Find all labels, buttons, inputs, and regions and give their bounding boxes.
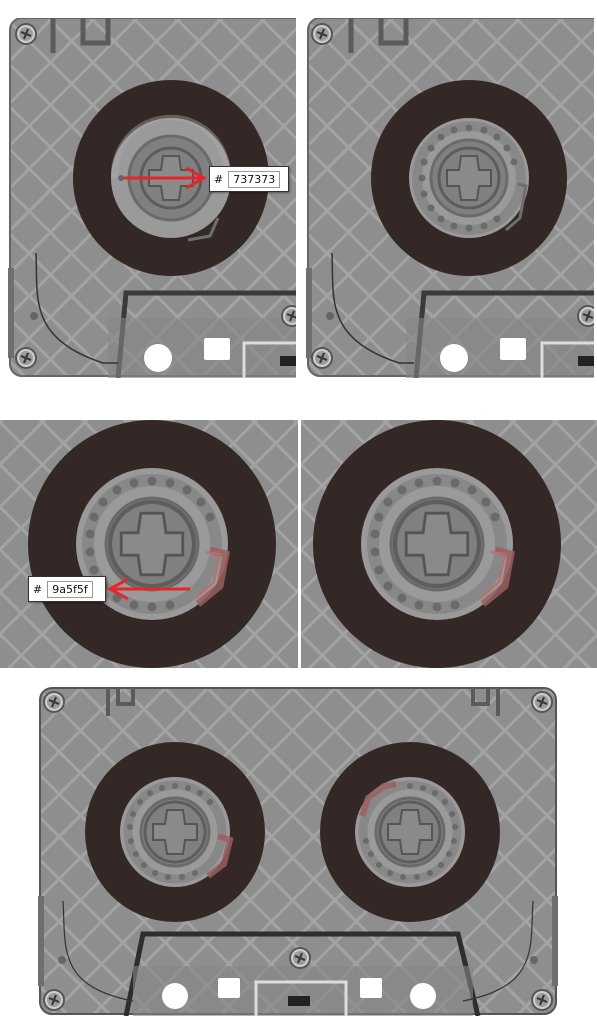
reel-closeup — [301, 420, 597, 668]
screw-icon — [13, 345, 39, 371]
step-4-panel — [301, 420, 597, 668]
screw-icon — [287, 945, 313, 971]
screw-icon — [309, 21, 335, 47]
hash-prefix: # — [33, 582, 43, 596]
screw-icon — [309, 345, 335, 371]
color-label-2: # 9a5f5f — [28, 576, 106, 602]
hex-value: 737373 — [228, 170, 281, 188]
cassette-illustration — [38, 687, 558, 1016]
step-2-panel — [306, 18, 594, 378]
step-3-panel: # 9a5f5f — [0, 420, 298, 668]
screw-icon — [13, 21, 39, 47]
cassette-illustration — [306, 18, 594, 378]
hex-value: 9a5f5f — [47, 580, 93, 598]
reel-closeup — [0, 420, 298, 668]
cassette-illustration — [8, 18, 296, 378]
screw-icon — [41, 689, 67, 715]
screw-icon — [529, 689, 555, 715]
screw-icon — [41, 987, 67, 1013]
screw-icon — [529, 987, 555, 1013]
color-label-1: # 737373 — [209, 166, 289, 192]
hash-prefix: # — [214, 172, 224, 186]
step-1-panel: # 737373 — [8, 18, 296, 378]
final-cassette-panel — [38, 686, 558, 1016]
